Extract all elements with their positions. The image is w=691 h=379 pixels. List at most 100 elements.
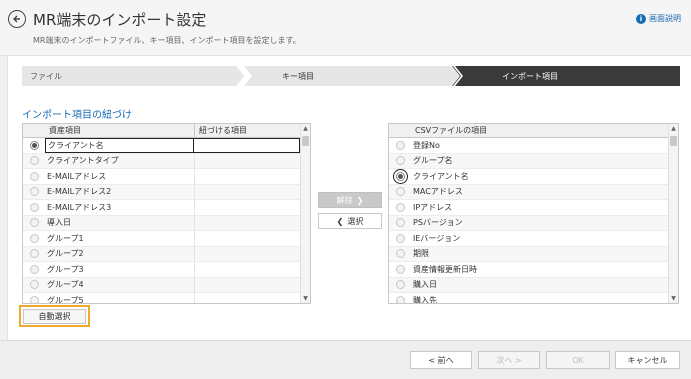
radio-button[interactable]: [29, 295, 39, 303]
radio-button[interactable]: [29, 187, 39, 197]
asset-items-grid[interactable]: 資産項目 紐づける項目 クライアント名 クライアントタイプ E-MAILアドレス E-…: [22, 123, 311, 304]
radio-cell[interactable]: [23, 138, 45, 153]
grid-header: CSVファイルの項目: [389, 124, 678, 138]
csv-item-name: 購入日: [413, 280, 437, 290]
radio-cell[interactable]: [389, 293, 411, 303]
table-row[interactable]: グループ2: [23, 246, 300, 262]
linked-item: [194, 262, 300, 277]
radio-cell[interactable]: [23, 247, 45, 262]
csv-item-name: 資産情報更新日時: [413, 264, 477, 274]
radio-button[interactable]: [392, 168, 408, 184]
table-row[interactable]: IPアドレス: [389, 200, 668, 216]
table-row[interactable]: PSバージョン: [389, 215, 668, 231]
radio-button[interactable]: [29, 218, 39, 228]
linked-item: [194, 231, 300, 246]
radio-button[interactable]: [395, 140, 405, 150]
radio-cell[interactable]: [23, 216, 45, 231]
table-row[interactable]: グループ5: [23, 293, 300, 303]
radio-cell[interactable]: [23, 293, 45, 303]
table-row[interactable]: クライアントタイプ: [23, 153, 300, 169]
table-row[interactable]: グループ1: [23, 231, 300, 247]
cancel-button[interactable]: キャンセル: [615, 351, 680, 369]
radio-button[interactable]: [29, 280, 39, 290]
linked-item: [194, 277, 300, 292]
radio-cell[interactable]: [389, 216, 411, 231]
radio-cell[interactable]: [389, 185, 411, 200]
table-row[interactable]: 資産情報更新日時: [389, 262, 668, 278]
radio-button[interactable]: [395, 295, 405, 303]
step-arrow: [452, 66, 468, 86]
auto-select-highlight: 自動選択: [19, 305, 90, 327]
auto-select-button[interactable]: 自動選択: [23, 308, 86, 324]
radio-button[interactable]: [29, 156, 39, 166]
csv-item-name: 購入先: [413, 295, 437, 304]
radio-button[interactable]: [395, 187, 405, 197]
radio-button[interactable]: [395, 156, 405, 166]
radio-cell[interactable]: [23, 169, 45, 184]
radio-button[interactable]: [29, 264, 39, 274]
radio-cell[interactable]: [389, 154, 411, 169]
next-button[interactable]: 次へ >: [478, 351, 540, 369]
radio-button[interactable]: [395, 202, 405, 212]
radio-cell[interactable]: [23, 200, 45, 215]
radio-button[interactable]: [29, 233, 39, 243]
radio-cell[interactable]: [23, 154, 45, 169]
scroll-thumb[interactable]: [670, 136, 677, 146]
scroll-up-icon[interactable]: ▲: [301, 124, 310, 133]
back-button[interactable]: [8, 10, 26, 28]
radio-cell[interactable]: [389, 278, 411, 293]
asset-item-name: グループ1: [47, 233, 84, 243]
asset-item-name: グループ4: [47, 280, 84, 290]
info-icon: i: [636, 13, 646, 24]
csv-items-grid[interactable]: CSVファイルの項目 登録No グループ名 クライアント名 MACアドレス IPアドレス…: [388, 123, 679, 304]
table-row[interactable]: グループ4: [23, 277, 300, 293]
radio-button[interactable]: [395, 264, 405, 274]
table-row[interactable]: IEバージョン: [389, 231, 668, 247]
table-row[interactable]: E-MAILアドレス3: [23, 200, 300, 216]
linked-item: [194, 293, 300, 303]
radio-cell[interactable]: [23, 231, 45, 246]
scroll-thumb[interactable]: [302, 136, 309, 146]
radio-cell[interactable]: [389, 168, 411, 184]
table-row[interactable]: 購入日: [389, 277, 668, 293]
radio-cell[interactable]: [23, 185, 45, 200]
vertical-scrollbar[interactable]: ▲ ▼: [668, 124, 678, 303]
table-row[interactable]: E-MAILアドレス: [23, 169, 300, 185]
table-row[interactable]: E-MAILアドレス2: [23, 184, 300, 200]
table-row[interactable]: クライアント名: [389, 168, 668, 185]
table-row[interactable]: 購入先: [389, 293, 668, 304]
help-link[interactable]: i 画面説明: [636, 13, 681, 24]
radio-button[interactable]: [395, 233, 405, 243]
linked-item: [194, 200, 300, 215]
table-row[interactable]: グループ3: [23, 262, 300, 278]
scroll-up-icon[interactable]: ▲: [669, 124, 678, 133]
radio-button[interactable]: [29, 171, 39, 181]
ok-button[interactable]: OK: [546, 351, 610, 369]
table-row[interactable]: 期限: [389, 246, 668, 262]
release-button[interactable]: 解除 ❯: [318, 192, 382, 208]
radio-button[interactable]: [395, 280, 405, 290]
release-label: 解除: [336, 195, 353, 205]
table-row[interactable]: 登録No: [389, 138, 668, 154]
table-row[interactable]: MACアドレス: [389, 184, 668, 200]
radio-button[interactable]: [29, 249, 39, 259]
scroll-down-icon[interactable]: ▼: [301, 294, 310, 303]
prev-button[interactable]: < 前へ: [410, 351, 472, 369]
radio-button[interactable]: [29, 202, 39, 212]
table-row[interactable]: クライアント名: [23, 138, 300, 154]
radio-cell[interactable]: [389, 262, 411, 277]
radio-button[interactable]: [395, 249, 405, 259]
radio-cell[interactable]: [389, 200, 411, 215]
radio-button[interactable]: [29, 140, 39, 150]
radio-cell[interactable]: [389, 247, 411, 262]
radio-cell[interactable]: [389, 138, 411, 153]
scroll-down-icon[interactable]: ▼: [669, 294, 678, 303]
radio-cell[interactable]: [23, 262, 45, 277]
select-button[interactable]: ❮ 選択: [318, 213, 382, 229]
radio-button[interactable]: [395, 218, 405, 228]
table-row[interactable]: 導入日: [23, 215, 300, 231]
vertical-scrollbar[interactable]: ▲ ▼: [300, 124, 310, 303]
radio-cell[interactable]: [389, 231, 411, 246]
table-row[interactable]: グループ名: [389, 153, 668, 169]
radio-cell[interactable]: [23, 278, 45, 293]
